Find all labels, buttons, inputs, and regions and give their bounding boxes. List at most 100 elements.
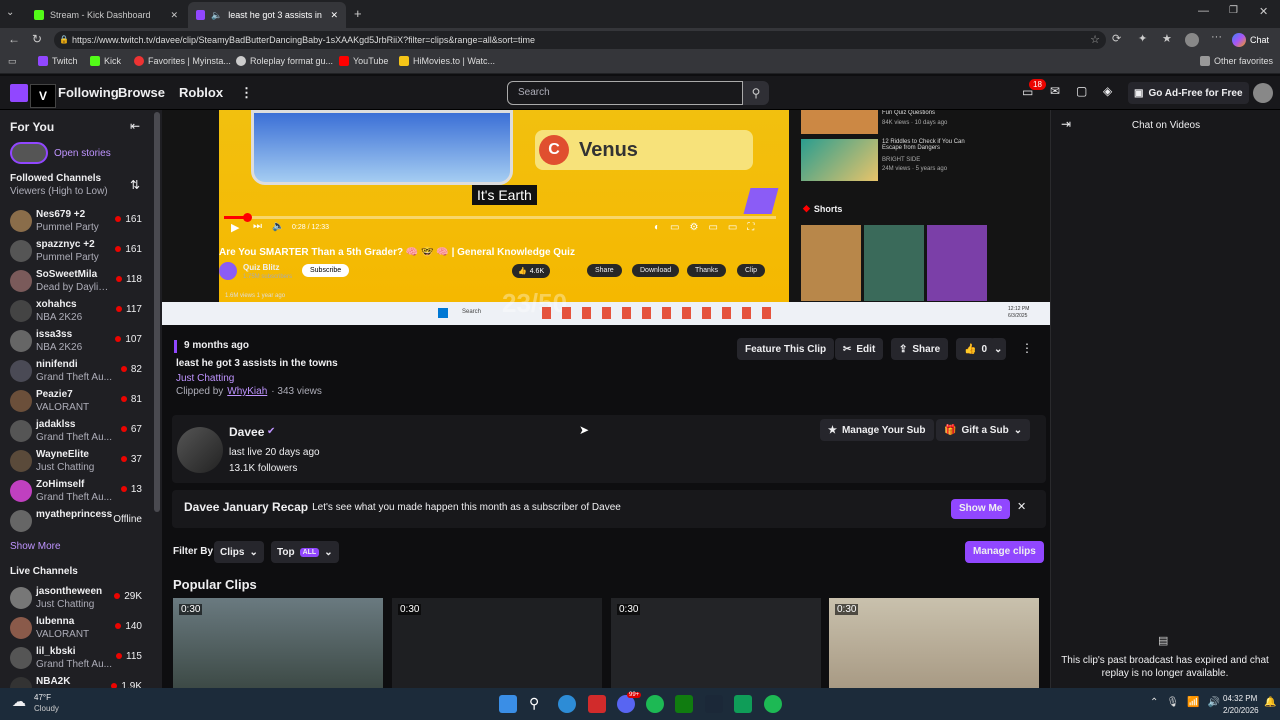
speaker-icon[interactable]: 🔈	[211, 10, 222, 21]
yt-share-button[interactable]: Share	[587, 264, 622, 277]
open-stories[interactable]: Open stories	[10, 142, 111, 164]
favorites-icon[interactable]: ★	[1162, 32, 1172, 45]
close-icon[interactable]: ✕	[170, 10, 178, 21]
clip-thumbnail-3[interactable]: 0:30	[611, 598, 821, 688]
followed-channel-5[interactable]: ninifendi Grand Theft Au... 82	[0, 357, 152, 387]
app-icon[interactable]	[734, 695, 752, 713]
video-playhead[interactable]	[243, 213, 252, 222]
new-tab-icon[interactable]: +	[354, 6, 362, 21]
yt-download-button[interactable]: Download	[632, 264, 680, 277]
sidebar-scrollbar[interactable]	[154, 112, 160, 512]
live-channel-0[interactable]: jasontheween Just Chatting 29K	[0, 584, 152, 614]
followed-channel-1[interactable]: spazznyc +2 Pummel Party 161	[0, 237, 152, 267]
player-controls-right[interactable]: ◐▭⚙▭▭⛶	[654, 222, 764, 233]
yt-thanks-button[interactable]: Thanks	[687, 264, 726, 277]
sidebar-toggle-icon[interactable]: ▭	[8, 56, 17, 67]
live-channel-2[interactable]: lil_kbski Grand Theft Au... 115	[0, 644, 152, 674]
clip-video-player[interactable]: C Venus It's Earth ▶ ⏭ 🔈 0:28 / 12:33 ◐▭…	[162, 110, 1050, 325]
copilot-chat-button[interactable]: Chat	[1232, 31, 1269, 49]
favorite-kick[interactable]: Kick	[90, 56, 121, 66]
clipper-link[interactable]: WhyKiah	[227, 386, 267, 397]
channel-name[interactable]: Davee	[229, 425, 264, 439]
star-icon[interactable]: ☆	[1090, 31, 1100, 49]
favorite-himovies[interactable]: HiMovies.to | Watc...	[399, 56, 495, 66]
clips-filter-dropdown[interactable]: Clips ⌄	[214, 541, 264, 563]
yt-clip-button[interactable]: Clip	[737, 264, 766, 277]
notification-bell-icon[interactable]: 🔔	[1264, 697, 1276, 708]
tab-kick-dashboard[interactable]: Stream - Kick Dashboard ✕	[26, 2, 186, 28]
close-icon[interactable]: ✕	[330, 10, 338, 21]
clip-thumbnail-4[interactable]: 0:30	[829, 598, 1039, 688]
minimize-icon[interactable]: —	[1198, 5, 1209, 17]
puzzle-icon[interactable]: ✦	[1138, 32, 1147, 45]
steam-icon[interactable]	[705, 695, 723, 713]
search-icon[interactable]: ⚲	[743, 81, 769, 105]
app-green-icon[interactable]	[646, 695, 664, 713]
profile-avatar[interactable]	[1185, 33, 1199, 47]
acrobat-icon[interactable]	[588, 695, 606, 713]
user-avatar[interactable]	[1253, 83, 1273, 103]
live-channel-1[interactable]: lubenna VALORANT 140	[0, 614, 152, 644]
next-icon[interactable]: ⏭	[253, 221, 262, 232]
more-icon[interactable]: ···	[1211, 31, 1222, 43]
close-icon[interactable]: ✕	[1017, 500, 1026, 513]
twitch-logo-icon[interactable]	[10, 84, 28, 102]
nav-roblox[interactable]: Roblox	[179, 85, 223, 100]
whispers-icon[interactable]: ✉	[1050, 84, 1060, 98]
xbox-icon[interactable]	[675, 695, 693, 713]
play-icon[interactable]: ▶	[231, 221, 239, 234]
yt-subscribe-button[interactable]: Subscribe	[302, 264, 350, 277]
start-icon[interactable]	[499, 695, 517, 713]
activity-icon[interactable]: ▢	[1076, 84, 1087, 98]
followed-channel-0[interactable]: Nes679 +2 Pummel Party 161	[0, 207, 152, 237]
followed-channel-3[interactable]: xohahcs NBA 2K26 117	[0, 297, 152, 327]
live-channel-3[interactable]: NBA2K 1.9K	[0, 674, 152, 688]
feature-clip-button[interactable]: Feature This Clip	[737, 338, 835, 360]
nav-browse[interactable]: Browse	[118, 85, 165, 100]
spotify-icon[interactable]	[764, 695, 782, 713]
show-me-button[interactable]: Show Me	[951, 499, 1011, 519]
yt-like-button[interactable]: 👍 4.6K	[512, 264, 551, 278]
favorite-twitch[interactable]: Twitch	[38, 56, 78, 66]
manage-clips-button[interactable]: Manage clips	[965, 541, 1044, 563]
refresh-icon[interactable]: ↻	[32, 32, 42, 46]
channel-avatar[interactable]	[177, 427, 223, 473]
clip-thumbnail-2[interactable]: 0:30	[392, 598, 602, 688]
followed-channel-9[interactable]: ZoHimself Grand Theft Au... 13	[0, 477, 152, 507]
tray-icons[interactable]: ⌃🎙📶🔊	[1150, 697, 1228, 708]
volume-icon[interactable]: 🔈	[272, 221, 284, 232]
favorite-roleplay[interactable]: Roleplay format gu...	[236, 56, 333, 66]
tab-list-icon[interactable]: ⌄	[6, 7, 14, 18]
favorite-youtube[interactable]: YouTube	[339, 56, 388, 66]
manage-sub-button[interactable]: ★ Manage Your Sub	[820, 419, 934, 441]
url-input[interactable]: 🔒 https://www.twitch.tv/davee/clip/Steam…	[54, 31, 1106, 49]
followed-channel-7[interactable]: jadaklss Grand Theft Au... 67	[0, 417, 152, 447]
more-options-icon[interactable]: ⋮	[1021, 341, 1033, 355]
followed-channel-10[interactable]: myatheprincess Offline	[0, 507, 152, 537]
clip-category[interactable]: Just Chatting	[176, 373, 234, 384]
nav-following[interactable]: Following	[58, 85, 119, 100]
tab-twitch-clip[interactable]: 🔈 least he got 3 assists in the to ✕	[188, 2, 346, 28]
favorite-other[interactable]: Other favorites	[1200, 56, 1273, 66]
ad-free-button[interactable]: ▣ Go Ad-Free for Free	[1128, 82, 1249, 104]
back-icon[interactable]: ←	[8, 32, 20, 46]
close-window-icon[interactable]: ✕	[1259, 5, 1268, 18]
followed-channel-2[interactable]: SoSweetMila Dead by Daylight 118	[0, 267, 152, 297]
like-dropdown[interactable]: ⌄	[990, 338, 1007, 360]
favorite-myinsta[interactable]: Favorites | Myinsta...	[134, 56, 231, 66]
more-icon[interactable]: ⋮	[240, 85, 253, 101]
restore-icon[interactable]: ❐	[1229, 5, 1238, 16]
show-more-link[interactable]: Show More	[10, 541, 61, 552]
search-input[interactable]: Search	[507, 81, 743, 105]
crown-icon[interactable]: ◈	[1103, 84, 1112, 98]
collapse-sidebar-icon[interactable]: ⇤	[130, 119, 140, 133]
top-filter-dropdown[interactable]: Top ALL ⌄	[271, 541, 339, 563]
followed-channel-4[interactable]: issa3ss NBA 2K26 107	[0, 327, 152, 357]
share-button[interactable]: ⇪ Share	[891, 338, 949, 360]
edge-icon[interactable]	[558, 695, 576, 713]
extensions-icon[interactable]: ⟳	[1112, 32, 1121, 45]
followed-channel-6[interactable]: Peazie7 VALORANT 81	[0, 387, 152, 417]
sort-icon[interactable]: ⇅	[130, 178, 140, 192]
clip-thumbnail-1[interactable]: 0:30	[173, 598, 383, 688]
followed-channel-8[interactable]: WayneElite Just Chatting 37	[0, 447, 152, 477]
